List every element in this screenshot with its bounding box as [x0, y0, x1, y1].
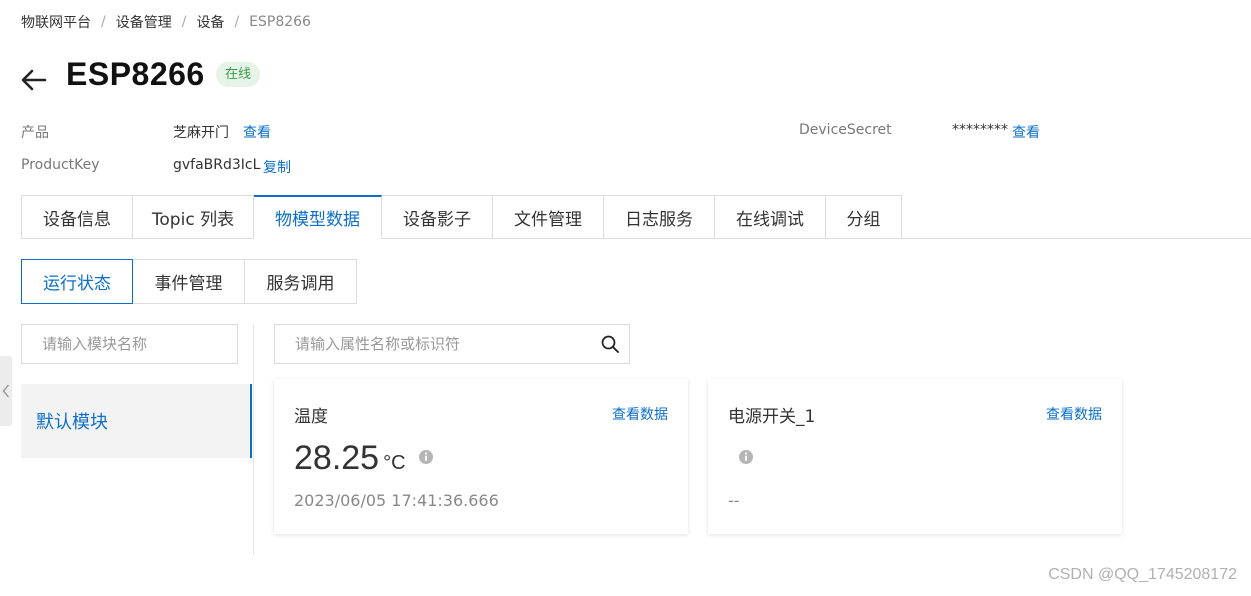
- tab-log-service[interactable]: 日志服务: [604, 195, 715, 239]
- breadcrumb-iot-platform[interactable]: 物联网平台: [21, 12, 91, 32]
- view-data-link[interactable]: 查看数据: [1046, 404, 1102, 424]
- property-value-row: [728, 439, 754, 478]
- chevron-left-icon: [2, 384, 10, 398]
- product-value: 芝麻开门: [173, 125, 229, 141]
- tab-thing-model-data[interactable]: 物模型数据: [254, 195, 382, 239]
- breadcrumb-separator: /: [101, 14, 106, 30]
- property-name: 温度: [294, 407, 328, 427]
- property-card-temperature: 温度 查看数据 28.25 °C 2023/06/05 17:41:36.666: [274, 379, 688, 534]
- tab-online-debug[interactable]: 在线调试: [715, 195, 826, 239]
- tab-device-info[interactable]: 设备信息: [21, 195, 133, 239]
- productkey-value: gvfaBRd3IcL: [173, 157, 261, 173]
- productkey-label: ProductKey: [21, 157, 100, 173]
- page-title: ESP8266: [66, 56, 205, 92]
- search-icon[interactable]: [600, 334, 620, 354]
- devicesecret-label: DeviceSecret: [799, 122, 892, 138]
- tab-device-shadow[interactable]: 设备影子: [382, 195, 493, 239]
- view-data-link[interactable]: 查看数据: [612, 404, 668, 424]
- property-card-power-switch: 电源开关_1 查看数据 --: [708, 379, 1122, 534]
- status-badge: 在线: [216, 62, 261, 87]
- subtab-event-management[interactable]: 事件管理: [133, 259, 245, 304]
- subtab-service-call[interactable]: 服务调用: [245, 259, 357, 304]
- module-search-box: [21, 324, 238, 364]
- info-icon[interactable]: [738, 449, 754, 465]
- view-product-link[interactable]: 查看: [243, 122, 271, 142]
- property-name: 电源开关_1: [728, 407, 816, 427]
- property-value-row: 28.25 °C: [294, 439, 434, 478]
- subtab-running-status[interactable]: 运行状态: [21, 259, 133, 304]
- main-tab-bar: 设备信息 Topic 列表 物模型数据 设备影子 文件管理 日志服务 在线调试 …: [21, 195, 902, 239]
- property-unit: °C: [383, 452, 406, 474]
- property-value: 28.25: [294, 439, 380, 477]
- module-search-input[interactable]: [22, 325, 236, 363]
- breadcrumb: 物联网平台 / 设备管理 / 设备 / ESP8266: [21, 12, 311, 32]
- copy-productkey-link[interactable]: 复制: [263, 157, 291, 177]
- breadcrumb-devices[interactable]: 设备: [196, 12, 224, 32]
- panel-divider: [253, 324, 254, 555]
- property-search-box: [274, 324, 630, 364]
- info-icon[interactable]: [418, 449, 434, 465]
- devicesecret-value: ********: [952, 122, 1008, 138]
- property-timestamp: 2023/06/05 17:41:36.666: [294, 491, 499, 510]
- view-devicesecret-link[interactable]: 查看: [1012, 122, 1040, 142]
- breadcrumb-separator: /: [181, 14, 187, 30]
- product-label: 产品: [21, 125, 49, 141]
- arrow-left-icon[interactable]: [20, 66, 48, 94]
- module-item-default[interactable]: 默认模块: [21, 384, 252, 458]
- sub-tab-bar: 运行状态 事件管理 服务调用: [21, 259, 357, 304]
- breadcrumb-device-management[interactable]: 设备管理: [116, 12, 172, 32]
- property-timestamp: --: [728, 491, 740, 510]
- breadcrumb-current: ESP8266: [249, 14, 311, 30]
- property-search-input[interactable]: [275, 325, 600, 363]
- breadcrumb-separator: /: [234, 14, 240, 30]
- watermark: CSDN @QQ_1745208172: [1048, 566, 1237, 583]
- sidebar-collapse-handle[interactable]: [0, 356, 12, 426]
- tab-file-management[interactable]: 文件管理: [493, 195, 604, 239]
- tab-groups[interactable]: 分组: [826, 195, 902, 239]
- tab-topic-list[interactable]: Topic 列表: [133, 195, 254, 239]
